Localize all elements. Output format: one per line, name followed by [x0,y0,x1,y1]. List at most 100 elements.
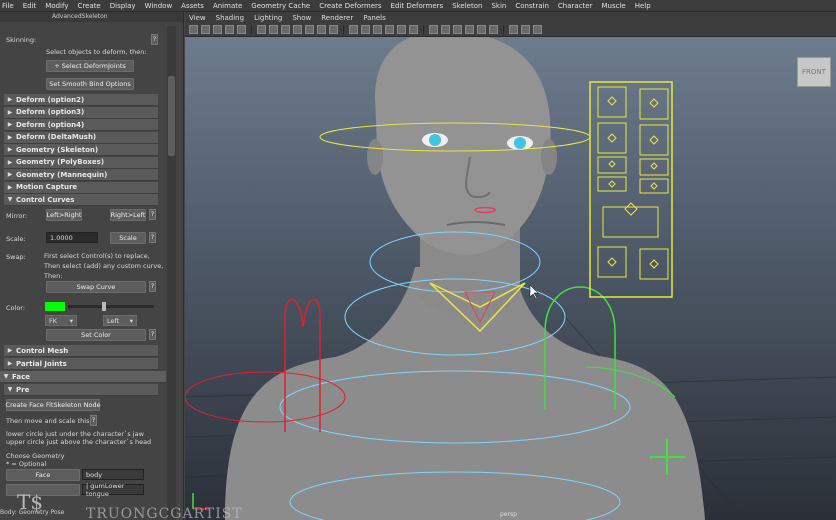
frame-label: Geometry (Mannequin) [16,170,108,179]
viewport-tool-icon[interactable] [477,25,486,34]
menu-edit[interactable]: Edit [23,2,37,10]
viewport-tool-icon[interactable] [317,25,326,34]
face-geometry-button[interactable]: Face [6,469,80,481]
create-face-fitskeleton-button[interactable]: Create Face FitSkeleton Node [5,399,101,411]
face-geometry-field[interactable]: body [82,469,144,480]
3d-viewport[interactable]: FRONT [185,37,836,520]
viewport-tool-icon[interactable] [509,25,518,34]
view-cube[interactable]: FRONT [797,57,831,87]
frame-motion-capture[interactable]: ▶ Motion Capture [4,181,158,194]
frame-geometry-skeleton[interactable]: ▶ Geometry (Skeleton) [4,144,158,156]
menu-skin[interactable]: Skin [491,2,506,10]
menu-window[interactable]: Window [145,2,173,10]
frame-control-mesh[interactable]: ▶ Control Mesh [4,345,158,357]
menu-display[interactable]: Display [110,2,136,10]
panel-scrollbar[interactable] [167,26,176,520]
viewport-tool-icon[interactable] [489,25,498,34]
swap-help-1: First select Control(s) to replace, [44,252,150,260]
viewport-tool-icon[interactable] [237,25,246,34]
viewport-tool-icon[interactable] [429,25,438,34]
main-menubar: File Edit Modify Create Display Window Assets A… [0,0,836,12]
viewport-tool-icon[interactable] [293,25,302,34]
viewport-tool-icon[interactable] [373,25,382,34]
viewport-tool-icon[interactable] [465,25,474,34]
color-slider[interactable] [68,305,154,308]
viewport-menu-lighting[interactable]: Lighting [254,14,282,22]
viewport-tool-icon[interactable] [361,25,370,34]
face-control-panel[interactable] [589,81,673,298]
viewport-tool-icon[interactable] [397,25,406,34]
menu-character[interactable]: Character [558,2,593,10]
viewport-menu-show[interactable]: Show [292,14,311,22]
viewport-tool-icon[interactable] [441,25,450,34]
menu-create[interactable]: Create [77,2,100,10]
frame-deform-option3[interactable]: ▶ Deform (option3) [4,106,158,119]
scrollbar-thumb[interactable] [168,76,175,156]
gum-geometry-field[interactable]: | gumLower tongue [82,482,144,498]
menu-animate[interactable]: Animate [213,2,242,10]
menu-file[interactable]: File [2,2,14,10]
left-to-right-button[interactable]: Left>Right [46,209,82,221]
frame-face[interactable]: ▼ Face [0,371,166,383]
viewport-tool-icon[interactable] [329,25,338,34]
menu-constrain[interactable]: Constrain [515,2,549,10]
select-deform-joints-button[interactable]: + Select DeformJoints [46,60,134,72]
swap-curve-button[interactable]: Swap Curve [46,281,146,293]
face-control-grid[interactable] [597,86,669,280]
frame-deform-deltamush[interactable]: ▶ Deform (DeltaMush) [4,131,158,144]
skinning-help-button[interactable]: ? [151,34,158,45]
scale-field[interactable]: 1.0000 [46,232,98,243]
viewport-tool-icon[interactable] [409,25,418,34]
viewport-tool-icon[interactable] [213,25,222,34]
frame-deform-option4[interactable]: ▶ Deform (option4) [4,119,158,131]
frame-partial-joints[interactable]: ▶ Partial Joints [4,358,158,370]
menu-geometry-cache[interactable]: Geometry Cache [251,2,310,10]
viewport-tool-icon[interactable] [521,25,530,34]
color-side-dropdown[interactable]: Left ▾ [103,315,137,326]
menu-skeleton[interactable]: Skeleton [452,2,482,10]
mirror-help-button[interactable]: ? [149,209,156,220]
menu-assets[interactable]: Assets [181,2,204,10]
viewport-menu-renderer[interactable]: Renderer [321,14,353,22]
viewport-tool-icon[interactable] [281,25,290,34]
color-type-dropdown[interactable]: FK ▾ [45,315,77,326]
color-slider-handle[interactable] [102,302,106,311]
viewport-tool-icon[interactable] [533,25,542,34]
move-help-button[interactable]: ? [90,415,97,426]
frame-control-curves[interactable]: ▼ Control Curves [4,194,158,206]
menu-create-deformers[interactable]: Create Deformers [319,2,381,10]
viewport-tool-icon[interactable] [305,25,314,34]
menu-muscle[interactable]: Muscle [601,2,625,10]
color-help-button[interactable]: ? [149,329,156,340]
menu-modify[interactable]: Modify [45,2,68,10]
left-iris [429,134,441,146]
viewport-menu-panels[interactable]: Panels [363,14,386,22]
color-swatch[interactable] [45,302,65,311]
frame-geometry-mannequin[interactable]: ▶ Geometry (Mannequin) [4,169,158,181]
viewport-tool-icon[interactable] [257,25,266,34]
swap-help-button[interactable]: ? [149,281,156,292]
set-color-button[interactable]: Set Color [46,329,146,341]
collapse-icon: ▶ [7,158,13,166]
viewport-tool-icon[interactable] [269,25,278,34]
viewport-tool-icon[interactable] [453,25,462,34]
scale-help-button[interactable]: ? [149,232,156,243]
viewport-tool-icon[interactable] [201,25,210,34]
viewport-tool-icon[interactable] [385,25,394,34]
frame-deform-option2[interactable]: ▶ Deform (option2) [4,94,158,106]
toolbar-divider [423,25,424,34]
frame-label: Deform (option2) [16,95,85,104]
frame-geometry-polyboxes[interactable]: ▶ Geometry (PolyBoxes) [4,156,158,169]
scale-button[interactable]: Scale [110,232,146,244]
viewport-tool-icon[interactable] [189,25,198,34]
viewport-menu-view[interactable]: View [189,14,206,22]
menu-help[interactable]: Help [635,2,651,10]
menu-edit-deformers[interactable]: Edit Deformers [391,2,444,10]
viewport-menu-shading[interactable]: Shading [216,14,244,22]
viewport-tool-icon[interactable] [225,25,234,34]
frame-pre[interactable]: ▼ Pre [4,384,158,396]
skinning-help-text: Select objects to deform, then: [46,48,147,56]
right-to-left-button[interactable]: Right>Left [110,209,146,221]
smooth-bind-options-button[interactable]: Set Smooth Bind Options [46,78,134,90]
viewport-tool-icon[interactable] [349,25,358,34]
